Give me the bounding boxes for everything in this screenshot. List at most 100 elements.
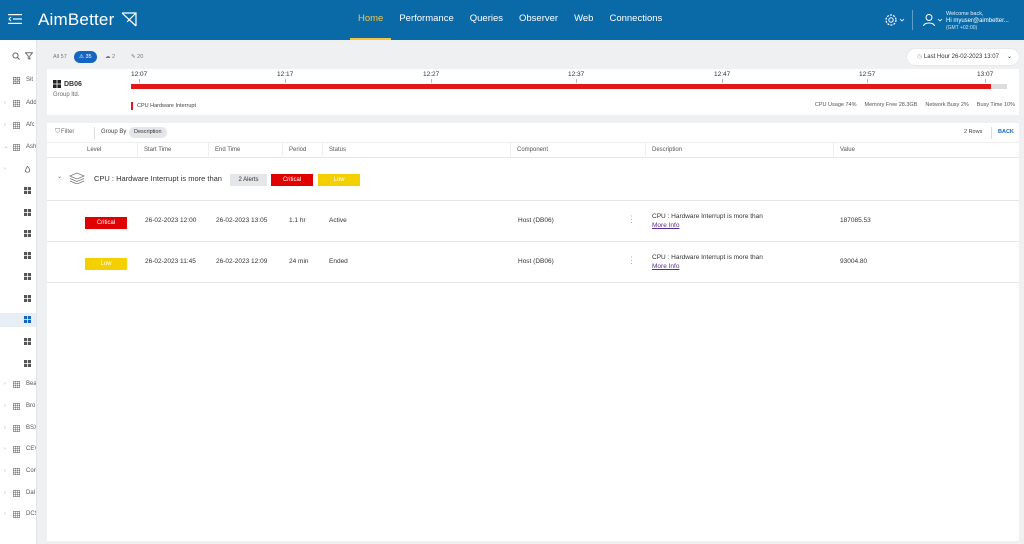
timeline-tick-label: 12:47	[714, 71, 731, 78]
group-by-chip[interactable]: Description	[129, 127, 167, 138]
col-status[interactable]: Status	[322, 143, 346, 158]
alerts-count-badge: 2 Alerts	[230, 174, 267, 186]
windows-icon	[24, 360, 31, 367]
expand-caret-icon[interactable]: ›	[4, 100, 6, 106]
sidebar-item[interactable]: › Bea	[0, 378, 36, 392]
sidebar-item[interactable]	[0, 184, 36, 198]
nav-performance[interactable]: Performance	[391, 0, 461, 40]
main-content: All 57 ⚠ 35 ☁ 2 ✎ 20 ◷ Last Hour 26-02-2…	[45, 43, 1021, 541]
stat-busy: Busy Time 10%	[976, 102, 1015, 108]
host-summary-card[interactable]: DB06 Group ltd. 12:07 12:17 12:27 12:37 12:4…	[47, 69, 1019, 115]
sidebar-item[interactable]	[0, 313, 36, 327]
sidebar-item-label: BSX	[26, 425, 37, 431]
filter-offline[interactable]: ☁ 2	[105, 51, 115, 63]
user-greeting: Hi myuser@aimbetter...	[946, 18, 1009, 24]
sidebar-item[interactable]: › BSX	[0, 422, 37, 436]
building-icon	[13, 446, 20, 453]
expand-caret-icon[interactable]: ›	[4, 511, 6, 517]
table-row[interactable]: Low 26-02-2023 11:45 26-02-2023 12:09 24…	[47, 243, 1019, 283]
sidebar-item[interactable]: › Bro	[0, 400, 36, 414]
user-avatar-icon[interactable]	[922, 13, 944, 27]
col-level[interactable]: Level	[81, 143, 101, 158]
sidebar-item[interactable]: › Afc	[0, 119, 36, 133]
table-row[interactable]: Critical 26-02-2023 12:00 26-02-2023 13:…	[47, 202, 1019, 242]
alert-group-row[interactable]: ⌄ CPU : Hardware Interrupt is more than …	[47, 159, 1019, 201]
col-component[interactable]: Component	[510, 143, 548, 158]
windows-icon	[53, 80, 61, 88]
low-badge: Low	[318, 174, 360, 186]
warning-icon: ⚠	[79, 54, 84, 60]
windows-icon	[24, 338, 31, 345]
sidebar-item[interactable]	[0, 270, 36, 284]
more-info-link[interactable]: More Info	[652, 263, 679, 270]
nav-connections[interactable]: Connections	[601, 0, 670, 40]
expand-caret-icon[interactable]: ›	[4, 122, 6, 128]
sidebar-item[interactable]	[0, 227, 36, 241]
sidebar-item[interactable]: › DCS	[0, 508, 36, 522]
building-icon	[13, 490, 20, 497]
sidebar-item[interactable]: Sit	[0, 74, 36, 88]
more-info-link[interactable]: More Info	[652, 222, 679, 229]
expand-caret-icon[interactable]: ›	[4, 403, 6, 409]
row-menu-icon[interactable]: ⋮	[627, 215, 636, 224]
col-period[interactable]: Period	[282, 143, 306, 158]
settings-gear-icon[interactable]	[884, 13, 906, 27]
filter-icon[interactable]: ⛉	[55, 128, 60, 136]
sidebar-item[interactable]	[0, 292, 36, 306]
sidebar-item[interactable]: ⌄ Ash	[0, 141, 37, 155]
col-description[interactable]: Description	[645, 143, 682, 158]
expand-caret-icon[interactable]: ›	[4, 446, 6, 452]
building-icon	[13, 144, 20, 151]
sidebar-item[interactable]: › CEV	[0, 443, 36, 457]
filter-all[interactable]: All 57	[53, 51, 67, 63]
stat-memory: Memory Free 28.3GB	[864, 102, 918, 108]
user-info[interactable]: Welcome back, Hi myuser@aimbetter... (GM…	[946, 11, 1009, 32]
filter-funnel-icon[interactable]	[25, 52, 33, 60]
stat-cpu: CPU Usage 74%	[814, 102, 857, 108]
expand-caret-icon[interactable]: ›	[4, 166, 6, 172]
sidebar-item[interactable]: › Dal	[0, 487, 36, 501]
expand-caret-icon[interactable]: ›	[4, 425, 6, 431]
alert-timeline-bar[interactable]	[131, 84, 991, 89]
building-icon	[13, 122, 20, 129]
cell-description: CPU : Hardware Interrupt is more than	[652, 254, 763, 261]
recommendation-icon: ✎	[131, 54, 136, 60]
back-button[interactable]: BACK	[998, 129, 1014, 135]
sidebar-item-label: Ash	[26, 144, 37, 150]
expand-caret-icon[interactable]: ›	[4, 381, 6, 387]
sidebar-item[interactable]	[0, 249, 36, 263]
topbar-divider	[912, 10, 913, 30]
level-badge: Critical	[85, 217, 127, 229]
filter-recommendations[interactable]: ✎ 20	[131, 51, 143, 63]
sidebar-item[interactable]	[0, 357, 36, 371]
timeline-tick-label: 12:27	[423, 71, 440, 78]
menu-collapse-icon[interactable]	[8, 13, 22, 25]
filter-alerts[interactable]: ⚠ 35	[74, 51, 97, 63]
sidebar-item[interactable]	[0, 206, 36, 220]
timeline-track	[991, 84, 1007, 89]
row-menu-icon[interactable]: ⋮	[627, 256, 636, 265]
sidebar-item[interactable]: › Con	[0, 465, 36, 479]
time-range-picker[interactable]: ◷ Last Hour 26-02-2023 13:07 ⌄	[907, 49, 1019, 65]
nav-web[interactable]: Web	[566, 0, 601, 40]
expand-chevron-icon[interactable]: ⌄	[57, 173, 62, 180]
sidebar-item[interactable]	[0, 335, 36, 349]
col-value[interactable]: Value	[833, 143, 855, 158]
nav-queries[interactable]: Queries	[462, 0, 511, 40]
nav-home[interactable]: Home	[350, 0, 392, 40]
main-nav: Home Performance Queries Observer Web Co…	[350, 0, 670, 40]
filter-recommendations-count: 20	[137, 54, 144, 60]
expand-caret-icon[interactable]: ⌄	[4, 144, 8, 150]
sidebar-item[interactable]: › Add	[0, 97, 36, 111]
search-icon[interactable]	[12, 52, 20, 60]
expand-caret-icon[interactable]: ›	[4, 490, 6, 496]
building-icon	[13, 100, 20, 107]
col-start-time[interactable]: Start Time	[137, 143, 171, 158]
col-end-time[interactable]: End Time	[208, 143, 240, 158]
windows-icon	[24, 295, 31, 302]
brand-logo[interactable]: AimBetter	[38, 10, 137, 30]
sidebar-item[interactable]: ›	[0, 163, 36, 177]
nav-observer[interactable]: Observer	[511, 0, 566, 40]
filter-button[interactable]: Filter	[61, 129, 74, 135]
expand-caret-icon[interactable]: ›	[4, 468, 6, 474]
